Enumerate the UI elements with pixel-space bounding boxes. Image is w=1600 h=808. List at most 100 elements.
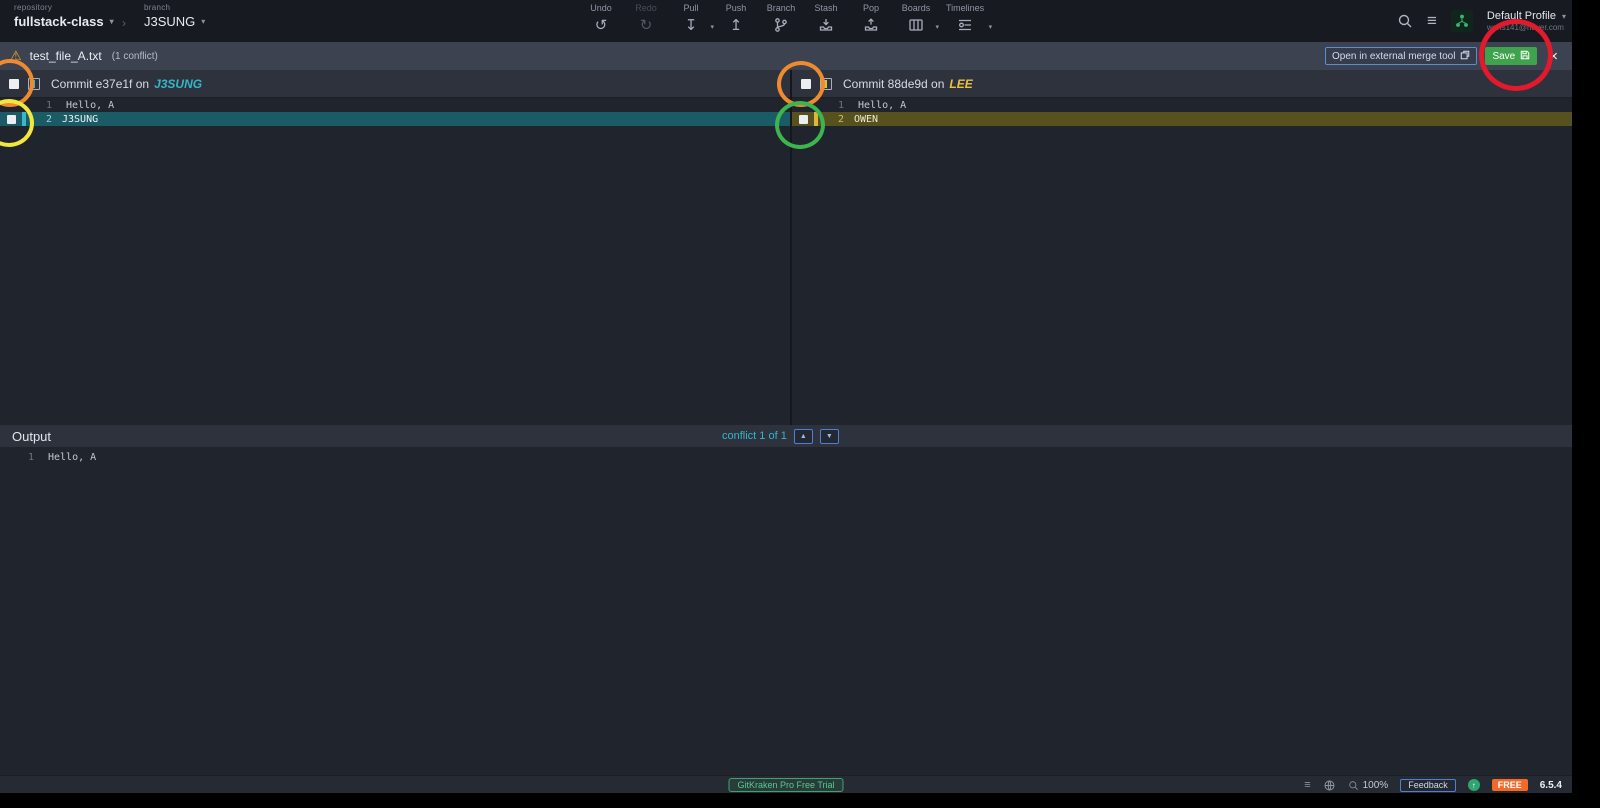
conflict-line[interactable]: 2 J3SUNG bbox=[0, 112, 790, 126]
menu-icon[interactable]: ≡ bbox=[1427, 11, 1437, 31]
avatar[interactable] bbox=[1450, 10, 1473, 32]
push-icon: ↥ bbox=[729, 16, 743, 34]
left-commit-title: Commit e37e1f on bbox=[51, 76, 150, 91]
pop-button[interactable]: Pop bbox=[856, 3, 886, 34]
conflict-navigator: conflict 1 of 1 ▲ ▼ bbox=[722, 425, 839, 447]
line-text: J3SUNG bbox=[62, 113, 99, 125]
left-panel-header: Commit e37e1f on J3SUNG bbox=[0, 70, 790, 98]
save-button[interactable]: Save bbox=[1485, 47, 1538, 65]
feedback-button[interactable]: Feedback bbox=[1400, 778, 1456, 792]
output-code-view: 1 Hello, A bbox=[0, 447, 1572, 775]
plan-badge[interactable]: FREE bbox=[1491, 779, 1528, 791]
profile-email: wens141@naver.com bbox=[1486, 23, 1564, 32]
zoom-level: 100% bbox=[1362, 779, 1389, 791]
push-button[interactable]: Push ↥ bbox=[721, 3, 751, 34]
line-number: 1 bbox=[45, 99, 52, 111]
branch-icon bbox=[773, 16, 789, 34]
right-hunk-icon bbox=[820, 77, 832, 90]
left-branch-ref: J3SUNG bbox=[154, 76, 203, 91]
status-right: ≡ 100% Feedback ↑ FREE 6.5.4 bbox=[1304, 776, 1562, 793]
profile-name: Default Profile bbox=[1486, 10, 1556, 22]
redo-icon: ↻ bbox=[639, 16, 653, 34]
repository-selector[interactable]: repository fullstack-class ▾ bbox=[14, 3, 114, 29]
pop-icon bbox=[863, 16, 879, 34]
top-toolbar: repository fullstack-class ▾ › branch J3… bbox=[0, 0, 1572, 42]
topbar-right: ≡ Default Profile ▾ wens141@naver.com bbox=[1397, 0, 1566, 42]
previous-conflict-button[interactable]: ▲ bbox=[793, 428, 813, 444]
line-number: 2 bbox=[45, 113, 52, 125]
branch-name: J3SUNG bbox=[144, 14, 196, 29]
conflict-file-bar: ⚠ test_file_A.txt (1 conflict) Open in e… bbox=[0, 42, 1572, 70]
list-view-icon[interactable]: ≡ bbox=[1304, 779, 1310, 791]
magnifier-icon bbox=[1348, 780, 1359, 791]
status-bar: GitKraken Pro Free Trial ≡ 100% Feedback… bbox=[0, 775, 1572, 793]
redo-button[interactable]: Redo ↻ bbox=[631, 3, 661, 34]
globe-icon[interactable] bbox=[1323, 779, 1336, 792]
merge-panel-left: Commit e37e1f on J3SUNG 1 Hello, A 2 J3S… bbox=[0, 70, 790, 425]
left-select-all-checkbox[interactable] bbox=[9, 78, 19, 89]
breadcrumb-separator-icon: › bbox=[122, 16, 126, 30]
output-line: 1 Hello, A bbox=[0, 450, 1572, 464]
pull-icon: ↧ bbox=[684, 16, 698, 34]
output-header: Output conflict 1 of 1 ▲ ▼ bbox=[0, 425, 1572, 447]
line-number: 1 bbox=[837, 99, 844, 111]
timelines-button[interactable]: Timelines ▾ bbox=[946, 3, 992, 34]
left-code-view: 1 Hello, A 2 J3SUNG bbox=[0, 98, 790, 126]
repository-name: fullstack-class bbox=[14, 14, 104, 29]
branch-selector[interactable]: branch J3SUNG ▾ bbox=[144, 3, 205, 29]
conflict-line[interactable]: 2 OWEN bbox=[792, 112, 1572, 126]
stash-icon bbox=[818, 16, 834, 34]
right-panel-header: Commit 88de9d on LEE bbox=[792, 70, 1572, 98]
upgrade-icon[interactable]: ↑ bbox=[1467, 779, 1480, 791]
close-icon[interactable]: × bbox=[1549, 49, 1558, 64]
right-line-checkbox[interactable] bbox=[799, 114, 808, 124]
version-number: 6.5.4 bbox=[1539, 779, 1562, 791]
zoom-control[interactable]: 100% bbox=[1348, 779, 1389, 791]
chevron-down-icon: ▾ bbox=[1561, 11, 1566, 21]
code-line: 1 Hello, A bbox=[0, 98, 790, 112]
output-title: Output bbox=[12, 428, 52, 444]
pro-trial-button[interactable]: GitKraken Pro Free Trial bbox=[728, 778, 844, 792]
code-line: 1 Hello, A bbox=[792, 98, 1572, 112]
open-external-merge-tool-button[interactable]: Open in external merge tool bbox=[1325, 47, 1478, 65]
repository-label: repository bbox=[14, 3, 53, 12]
line-text: Hello, A bbox=[66, 99, 115, 111]
timelines-icon bbox=[957, 16, 973, 34]
pull-button[interactable]: Pull ↧ ▾ bbox=[676, 3, 714, 34]
chevron-down-icon: ▾ bbox=[710, 24, 714, 31]
arrow-up-icon: ▲ bbox=[799, 432, 807, 440]
warning-icon: ⚠ bbox=[10, 48, 22, 63]
line-text: Hello, A bbox=[858, 99, 907, 111]
conflict-nav-text: conflict 1 of 1 bbox=[722, 430, 787, 442]
branch-label: branch bbox=[144, 3, 171, 12]
left-line-checkbox[interactable] bbox=[7, 114, 16, 124]
stash-button[interactable]: Stash bbox=[811, 3, 841, 34]
right-branch-ref: LEE bbox=[949, 76, 973, 91]
merge-area: Commit e37e1f on J3SUNG 1 Hello, A 2 J3S… bbox=[0, 70, 1572, 425]
line-number: 2 bbox=[837, 113, 844, 125]
left-hunk-icon bbox=[28, 77, 40, 90]
undo-button[interactable]: Undo ↺ bbox=[586, 3, 616, 34]
conflict-filename: test_file_A.txt bbox=[29, 49, 102, 63]
gitkraken-app: repository fullstack-class ▾ › branch J3… bbox=[0, 0, 1600, 808]
arrow-down-icon: ▼ bbox=[825, 432, 833, 440]
toolbar-actions: Undo ↺ Redo ↻ Pull ↧ ▾ Push ↥ Branch Sta… bbox=[586, 3, 992, 34]
boards-icon bbox=[908, 16, 924, 34]
right-select-all-checkbox[interactable] bbox=[801, 78, 811, 89]
right-code-view: 1 Hello, A 2 OWEN bbox=[792, 98, 1572, 126]
branch-button[interactable]: Branch bbox=[766, 3, 796, 34]
chevron-down-icon: ▾ bbox=[988, 24, 993, 31]
app-window: repository fullstack-class ▾ › branch J3… bbox=[0, 0, 1572, 793]
external-link-icon bbox=[1460, 50, 1470, 63]
chevron-down-icon: ▾ bbox=[109, 17, 114, 26]
line-number: 1 bbox=[27, 451, 34, 463]
merge-panel-right: Commit 88de9d on LEE 1 Hello, A 2 OWEN bbox=[792, 70, 1572, 425]
profile-menu[interactable]: Default Profile ▾ wens141@naver.com bbox=[1487, 10, 1566, 32]
next-conflict-button[interactable]: ▼ bbox=[819, 428, 839, 444]
boards-button[interactable]: Boards ▾ bbox=[901, 3, 939, 34]
undo-icon: ↺ bbox=[594, 16, 608, 34]
search-icon[interactable] bbox=[1397, 13, 1413, 29]
chevron-down-icon: ▾ bbox=[935, 24, 939, 31]
conflict-count: (1 conflict) bbox=[111, 50, 158, 62]
chevron-down-icon: ▾ bbox=[201, 17, 206, 26]
